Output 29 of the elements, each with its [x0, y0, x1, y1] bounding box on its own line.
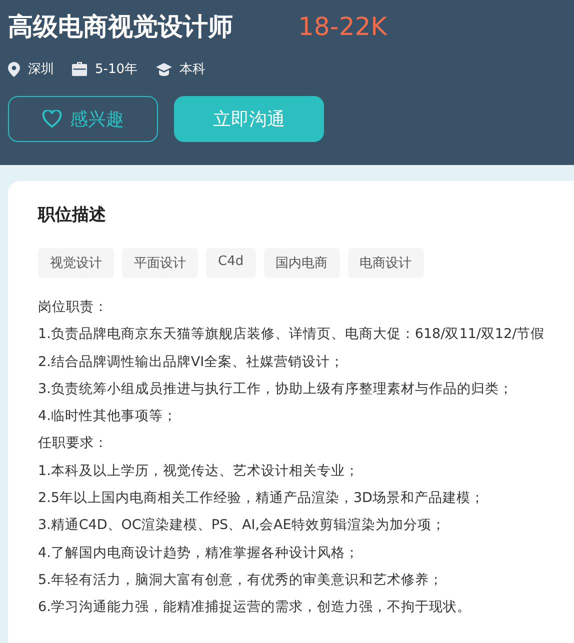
description-line: 岗位职责： [38, 298, 109, 317]
description-line: 4.了解国内电商设计趋势，精准掌握各种设计风格； [38, 544, 360, 563]
heart-icon [42, 110, 62, 128]
skill-tag: 视觉设计 [38, 248, 114, 278]
briefcase-icon [72, 62, 87, 76]
meta-text: 深圳 [28, 61, 54, 78]
description-line: 5.年轻有活力，脑洞大富有创意，有优秀的审美意识和艺术修养； [38, 570, 444, 590]
location-pin-icon [8, 62, 20, 76]
description-line: 3.精通C4D、OC渲染建模、PS、AI,会AE特效剪辑渲染为加分项； [38, 516, 446, 536]
graduation-cap-icon [156, 62, 172, 76]
meta-text: 本科 [180, 61, 206, 78]
description-line: 2.结合品牌调性输出品牌VI全案、社媒营销设计； [38, 352, 346, 372]
interest-button[interactable]: 感兴趣 [8, 96, 158, 142]
meta-text: 5-10年 [95, 61, 138, 78]
description-line: 2.5年以上国内电商相关工作经验，精通产品渲染，3D场景和产品建模； [38, 489, 486, 508]
description-line: 1.本科及以上学历，视觉传达、艺术设计相关专业； [38, 462, 360, 481]
salary: 18-22K [298, 12, 388, 40]
chat-button[interactable]: 立即沟通 [174, 96, 324, 142]
skill-tag: 电商设计 [348, 248, 424, 278]
description-line: 6.学习沟通能力强，能精准捕捉运营的需求，创造力强，不拘于现状。 [38, 598, 472, 618]
job-title: 高级电商视觉设计师 [8, 10, 234, 42]
skill-tag: 国内电商 [264, 248, 340, 278]
skill-tag: 平面设计 [122, 248, 198, 278]
description-line: 4.临时性其他事项等； [38, 407, 178, 426]
skill-tag: C4d [206, 248, 256, 278]
description-line: 3.负责统筹小组成员推进与执行工作，协助上级有序整理素材与作品的归类； [38, 380, 514, 399]
section-heading: 职位描述 [38, 204, 107, 226]
description-line: 1.负责品牌电商京东天猫等旗舰店装修、详情页、电商大促：618/双11/双12/节假 [38, 325, 546, 344]
description-line: 任职要求： [38, 434, 109, 454]
